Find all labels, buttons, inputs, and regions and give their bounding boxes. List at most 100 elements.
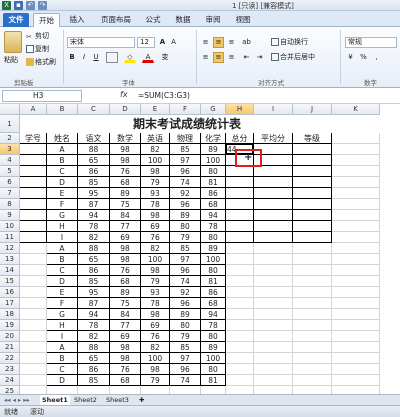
grid-cell[interactable] [332, 309, 380, 320]
grid-cell[interactable] [226, 386, 254, 394]
row-header-13[interactable]: 13 [0, 254, 20, 265]
grid-cell[interactable] [20, 386, 47, 394]
summary-cell[interactable] [254, 210, 293, 221]
id-cell[interactable] [20, 221, 47, 232]
grid-cell[interactable] [254, 386, 293, 394]
score-cell[interactable]: 100 [141, 353, 170, 364]
summary-cell[interactable] [293, 221, 332, 232]
grid-cell[interactable] [293, 254, 332, 265]
tab-view[interactable]: 视图 [230, 13, 256, 27]
summary-cell[interactable] [293, 232, 332, 243]
grid-cell[interactable] [293, 331, 332, 342]
summary-cell[interactable] [254, 177, 293, 188]
grid-cell[interactable] [332, 188, 380, 199]
borders-icon[interactable] [106, 52, 118, 63]
id-cell[interactable] [20, 144, 47, 155]
sheet-nav-arrows[interactable]: ◂◂ ◂ ▸ ▸▸ [2, 395, 38, 405]
grid-cell[interactable] [20, 287, 47, 298]
score-cell[interactable]: 100 [201, 353, 226, 364]
row-header-10[interactable]: 10 [0, 221, 20, 232]
row-header-16[interactable]: 16 [0, 287, 20, 298]
score-cell[interactable]: 80 [201, 331, 226, 342]
column-header-d[interactable]: D [110, 104, 141, 115]
grid-cell[interactable] [254, 342, 293, 353]
score-cell[interactable]: 94 [78, 309, 110, 320]
score-cell[interactable]: 85 [78, 276, 110, 287]
score-cell[interactable]: 69 [110, 331, 141, 342]
score-cell[interactable]: 75 [110, 199, 141, 210]
summary-cell[interactable] [293, 199, 332, 210]
score-cell[interactable]: 86 [201, 188, 226, 199]
score-cell[interactable]: 86 [78, 166, 110, 177]
score-cell[interactable]: 69 [110, 232, 141, 243]
score-cell[interactable]: G [47, 309, 78, 320]
grid-cell[interactable] [226, 243, 254, 254]
score-cell[interactable]: 85 [78, 375, 110, 386]
score-cell[interactable]: F [47, 298, 78, 309]
score-cell[interactable]: 96 [170, 199, 201, 210]
summary-cell[interactable] [226, 221, 254, 232]
grid-cell[interactable] [254, 320, 293, 331]
grid-cell[interactable] [226, 331, 254, 342]
grid-cell[interactable] [293, 265, 332, 276]
grid-cell[interactable] [226, 342, 254, 353]
grid-cell[interactable] [20, 309, 47, 320]
number-format-select[interactable]: 常规 [345, 37, 397, 48]
score-cell[interactable]: 98 [141, 364, 170, 375]
row-header-11[interactable]: 11 [0, 232, 20, 243]
score-cell[interactable]: D [47, 375, 78, 386]
score-cell[interactable]: 84 [110, 309, 141, 320]
score-cell[interactable]: 79 [170, 232, 201, 243]
summary-cell[interactable] [226, 177, 254, 188]
grid-cell[interactable] [254, 364, 293, 375]
grid-cell[interactable] [332, 243, 380, 254]
align-bottom-icon[interactable]: ≡ [226, 37, 237, 48]
grid-cell[interactable] [332, 375, 380, 386]
grid-cell[interactable] [226, 276, 254, 287]
grid-cell[interactable] [332, 221, 380, 232]
summary-cell[interactable] [293, 210, 332, 221]
paste-icon[interactable] [4, 31, 22, 53]
grid-cell[interactable] [254, 265, 293, 276]
id-cell[interactable] [20, 177, 47, 188]
grid-cell[interactable] [226, 254, 254, 265]
grid-cell[interactable] [226, 309, 254, 320]
column-header-a[interactable]: A [20, 104, 47, 115]
grid-cell[interactable] [293, 243, 332, 254]
column-header-c[interactable]: C [78, 104, 110, 115]
row-header-19[interactable]: 19 [0, 320, 20, 331]
row-header-9[interactable]: 9 [0, 210, 20, 221]
column-header-k[interactable]: K [332, 104, 380, 115]
score-cell[interactable]: 82 [141, 342, 170, 353]
score-cell[interactable]: 74 [170, 177, 201, 188]
score-cell[interactable]: E [47, 287, 78, 298]
grid-cell[interactable] [20, 353, 47, 364]
grid-cell[interactable] [254, 254, 293, 265]
score-cell[interactable]: 98 [110, 254, 141, 265]
percent-icon[interactable]: % [358, 52, 369, 63]
id-cell[interactable] [20, 155, 47, 166]
grid-cell[interactable] [78, 386, 110, 394]
increase-indent-icon[interactable]: ⇥ [254, 52, 265, 63]
grid-cell[interactable] [254, 375, 293, 386]
redo-icon[interactable]: ↷ [38, 1, 47, 10]
bold-button[interactable]: B [67, 52, 77, 63]
row-header-4[interactable]: 4 [0, 155, 20, 166]
score-cell[interactable]: 79 [170, 331, 201, 342]
grow-font-button[interactable]: A [158, 37, 167, 48]
score-cell[interactable]: 97 [170, 353, 201, 364]
column-header-g[interactable]: G [201, 104, 226, 115]
score-cell[interactable]: A [47, 243, 78, 254]
score-cell[interactable]: 89 [201, 342, 226, 353]
grid-cell[interactable] [226, 265, 254, 276]
score-cell[interactable]: 89 [201, 144, 226, 155]
score-cell[interactable]: 89 [170, 210, 201, 221]
summary-cell[interactable] [254, 221, 293, 232]
score-cell[interactable]: B [47, 353, 78, 364]
score-cell[interactable]: A [47, 342, 78, 353]
grid-cell[interactable] [332, 287, 380, 298]
grid-cell[interactable] [332, 386, 380, 394]
score-cell[interactable]: 96 [170, 364, 201, 375]
grid-cell[interactable] [332, 177, 380, 188]
comma-icon[interactable]: , [371, 52, 382, 63]
